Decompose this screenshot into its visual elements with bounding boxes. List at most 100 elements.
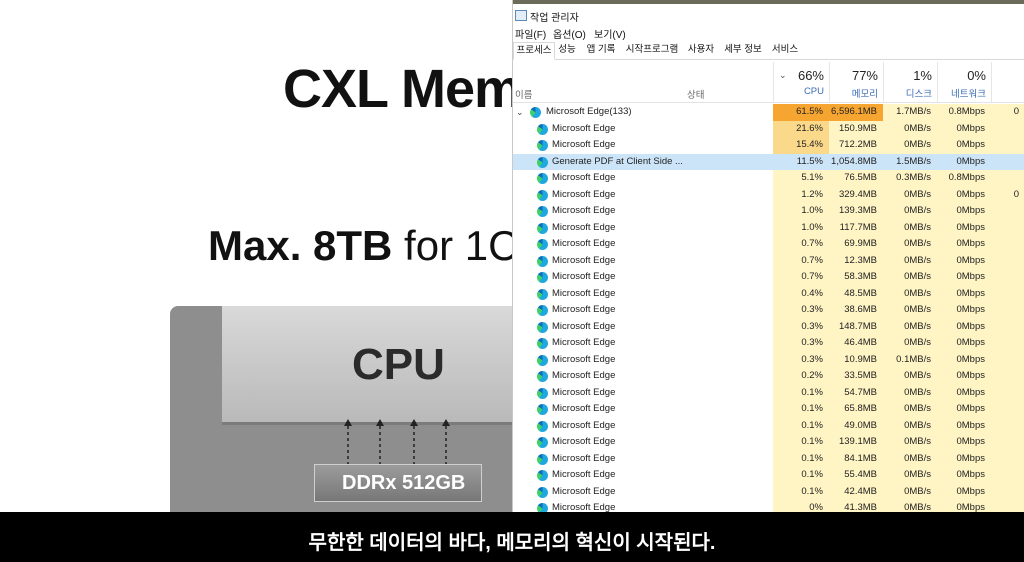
disk-value: 0MB/s — [883, 500, 937, 512]
process-row[interactable]: Microsoft Edge 0.3% 10.9MB 0.1MB/s 0Mbps — [513, 351, 1024, 368]
network-value: 0.8Mbps — [937, 104, 991, 121]
edge-browser-icon — [537, 437, 548, 448]
extra-value: 0 — [991, 104, 1024, 121]
edge-browser-icon — [537, 321, 548, 333]
process-name: Microsoft Edge — [552, 254, 616, 266]
process-row[interactable]: Microsoft Edge 0.3% 148.7MB 0MB/s 0Mbps — [513, 318, 1024, 335]
menu-file[interactable]: 파일(F) — [515, 26, 546, 41]
process-row[interactable]: Microsoft Edge 0.1% 49.0MB 0MB/s 0Mbps — [513, 417, 1024, 434]
cpu-value: 0.3% — [773, 351, 829, 368]
network-value: 0Mbps — [937, 252, 991, 269]
memory-label: 메모리 — [851, 89, 878, 100]
column-name[interactable]: 이름 — [515, 87, 532, 101]
cpu-value: 0.3% — [773, 318, 829, 335]
cpu-value: 0.7% — [773, 236, 829, 253]
network-label: 네트워크 — [951, 89, 986, 100]
cpu-value: 0.1% — [773, 450, 829, 467]
process-row[interactable]: Microsoft Edge 1.0% 117.7MB 0MB/s 0Mbps — [513, 219, 1024, 236]
network-value: 0Mbps — [937, 434, 991, 451]
memory-value: 139.3MB — [829, 203, 883, 220]
memory-value: 69.9MB — [829, 236, 883, 253]
column-network[interactable]: 0% 네트워크 — [937, 62, 992, 102]
process-row[interactable]: Microsoft Edge 1.0% 139.3MB 0MB/s 0Mbps — [513, 203, 1024, 220]
process-row[interactable]: Microsoft Edge 0.1% 55.4MB 0MB/s 0Mbps — [513, 467, 1024, 484]
cpu-value: 0.7% — [773, 269, 829, 286]
tab-performance[interactable]: 성능 — [555, 42, 579, 58]
process-row[interactable]: Microsoft Edge 21.6% 150.9MB 0MB/s 0Mbps — [513, 120, 1024, 137]
cpu-value: 0.7% — [773, 252, 829, 269]
process-row[interactable]: Microsoft Edge 0.1% 42.4MB 0MB/s 0Mbps — [513, 483, 1024, 500]
extra-value: 0 — [991, 186, 1024, 203]
memory-total: 77% — [851, 68, 878, 83]
cpu-value: 0.2% — [773, 368, 829, 385]
network-value: 0Mbps — [956, 155, 985, 167]
cpu-value: 1.0% — [773, 219, 829, 236]
process-name: Microsoft Edge — [552, 337, 616, 348]
process-row[interactable]: Microsoft Edge 15.4% 712.2MB 0MB/s 0Mbps — [513, 137, 1024, 154]
memory-value: 41.3MB — [829, 500, 883, 512]
network-value: 0Mbps — [937, 483, 991, 500]
process-row[interactable]: Microsoft Edge 0.2% 33.5MB 0MB/s 0Mbps — [513, 368, 1024, 385]
title-bar[interactable]: 작업 관리자 — [513, 5, 1024, 25]
column-disk[interactable]: 1% 디스크 — [883, 62, 938, 102]
cpu-value: 0.3% — [773, 302, 829, 319]
process-row[interactable]: Microsoft Edge 0.7% 12.3MB 0MB/s 0Mbps — [513, 252, 1024, 269]
process-name: Microsoft Edge — [552, 320, 616, 332]
memory-value: 65.8MB — [829, 401, 883, 418]
column-memory[interactable]: 77% 메모리 — [829, 62, 884, 102]
process-row[interactable]: Microsoft Edge 0% 41.3MB 0MB/s 0Mbps — [513, 500, 1024, 512]
process-row[interactable]: Microsoft Edge 0.7% 69.9MB 0MB/s 0Mbps — [513, 236, 1024, 253]
tab-services[interactable]: 서비스 — [769, 42, 801, 58]
disk-value: 0MB/s — [883, 401, 937, 418]
extra-value — [991, 401, 1024, 418]
tab-startup[interactable]: 시작프로그램 — [623, 42, 681, 58]
process-row[interactable]: Microsoft Edge 5.1% 76.5MB 0.3MB/s 0.8Mbps — [513, 170, 1024, 187]
tab-users[interactable]: 사용자 — [685, 42, 717, 58]
edge-browser-icon — [537, 420, 548, 432]
process-row[interactable]: Generate PDF at Client Side ... 11.5% 1,05… — [513, 153, 1024, 170]
slide-subtitle-rest: for 1C — [392, 222, 512, 269]
cpu-value: 0% — [773, 500, 829, 512]
edge-browser-icon — [537, 239, 548, 250]
disk-value: 0MB/s — [883, 269, 937, 286]
process-name: Microsoft Edge — [552, 436, 616, 447]
memory-value: 150.9MB — [829, 120, 883, 137]
process-row[interactable]: Microsoft Edge 0.3% 38.6MB 0MB/s 0Mbps — [513, 302, 1024, 319]
column-cpu[interactable]: 66% CPU — [773, 62, 830, 102]
network-value: 0Mbps — [937, 269, 991, 286]
process-name: Microsoft Edge — [552, 287, 616, 299]
process-row[interactable]: Microsoft Edge 0.4% 48.5MB 0MB/s 0Mbps — [513, 285, 1024, 302]
cpu-value: 0.3% — [773, 335, 829, 352]
tab-processes[interactable]: 프로세스 — [513, 42, 555, 60]
cpu-value: 1.2% — [773, 186, 829, 203]
network-value: 0Mbps — [937, 318, 991, 335]
process-name: Microsoft Edge — [552, 370, 616, 381]
expand-chevron-icon[interactable]: ⌄ — [516, 104, 524, 121]
extra-value — [991, 137, 1024, 154]
column-more[interactable] — [991, 62, 1024, 102]
process-row[interactable]: Microsoft Edge 0.1% 139.1MB 0MB/s 0Mbps — [513, 434, 1024, 451]
disk-value: 0MB/s — [883, 219, 937, 236]
process-row[interactable]: Microsoft Edge 1.2% 329.4MB 0MB/s 0Mbps 0 — [513, 186, 1024, 203]
process-row[interactable]: Microsoft Edge 0.1% 84.1MB 0MB/s 0Mbps — [513, 450, 1024, 467]
tab-app-history[interactable]: 앱 기록 — [583, 42, 619, 58]
memory-value: 46.4MB — [829, 335, 883, 352]
tab-details[interactable]: 세부 정보 — [721, 42, 765, 58]
cpu-value: 0.4% — [773, 285, 829, 302]
process-name: Microsoft Edge — [552, 122, 616, 134]
cpu-value: 0.1% — [773, 467, 829, 484]
process-row[interactable]: Microsoft Edge 0.1% 54.7MB 0MB/s 0Mbps — [513, 384, 1024, 401]
disk-value: 0MB/s — [883, 285, 937, 302]
process-group-row[interactable]: ⌄ Microsoft Edge(133) 61.5% 6,596.1MB 1.7MB/… — [513, 104, 1024, 121]
menu-options[interactable]: 옵션(O) — [553, 26, 586, 41]
process-row[interactable]: Microsoft Edge 0.1% 65.8MB 0MB/s 0Mbps — [513, 401, 1024, 418]
menu-view[interactable]: 보기(V) — [594, 26, 626, 41]
edge-browser-icon — [537, 140, 548, 151]
extra-value — [991, 368, 1024, 385]
process-row[interactable]: Microsoft Edge 0.3% 46.4MB 0MB/s 0Mbps — [513, 335, 1024, 352]
process-row[interactable]: Microsoft Edge 0.7% 58.3MB 0MB/s 0Mbps — [513, 269, 1024, 286]
extra-value — [991, 302, 1024, 319]
edge-browser-icon — [537, 453, 548, 465]
column-status[interactable]: 상태 — [687, 87, 704, 101]
memory-value: 38.6MB — [829, 302, 883, 319]
